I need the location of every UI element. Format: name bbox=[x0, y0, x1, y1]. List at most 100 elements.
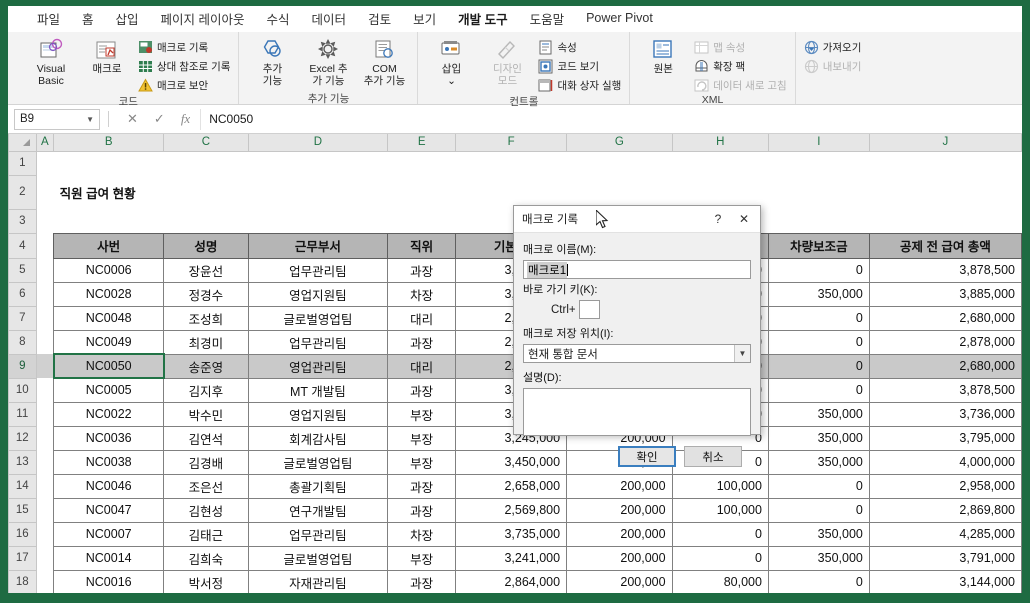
row-header-4[interactable]: 4 bbox=[8, 232, 37, 259]
cell-성명[interactable]: 김지후 bbox=[163, 377, 249, 403]
cell-가족수당[interactable]: 100,000 bbox=[671, 497, 769, 523]
empty-cell[interactable] bbox=[36, 402, 54, 426]
cell-차량보조금[interactable]: 350,000 bbox=[767, 449, 870, 475]
cell-근무부서[interactable]: 연구개발팀 bbox=[247, 497, 389, 523]
empty-cell[interactable] bbox=[869, 175, 1022, 209]
column-header-E[interactable]: E bbox=[387, 134, 457, 152]
cell-차량보조금[interactable]: 0 bbox=[767, 497, 870, 523]
cell-차량보조금[interactable]: 0 bbox=[767, 353, 870, 379]
cell-근무부서[interactable]: 영업지원팀 bbox=[247, 401, 389, 427]
empty-cell[interactable] bbox=[869, 151, 1022, 175]
ok-button[interactable]: 확인 bbox=[618, 446, 676, 467]
empty-cell[interactable] bbox=[36, 175, 54, 209]
empty-cell[interactable] bbox=[248, 151, 388, 175]
empty-cell[interactable] bbox=[36, 209, 54, 233]
empty-cell[interactable] bbox=[36, 151, 54, 175]
empty-cell[interactable] bbox=[672, 175, 769, 209]
cell-총액[interactable]: 3,736,000 bbox=[868, 401, 1022, 427]
cell-직위[interactable]: 대리 bbox=[387, 353, 457, 379]
empty-cell[interactable] bbox=[36, 426, 54, 450]
ribbon-tab-4[interactable]: 수식 bbox=[256, 6, 301, 31]
cell-사번[interactable]: NC0038 bbox=[53, 449, 165, 475]
close-icon[interactable]: ✕ bbox=[732, 208, 756, 230]
empty-cell[interactable] bbox=[387, 209, 456, 233]
cell-차량보조금[interactable]: 350,000 bbox=[767, 521, 870, 547]
cell-총액[interactable]: 2,680,000 bbox=[868, 353, 1022, 379]
row-header-6[interactable]: 6 bbox=[8, 281, 37, 307]
table-column-header[interactable]: 사번 bbox=[53, 232, 165, 259]
ribbon-tab-7[interactable]: 보기 bbox=[402, 6, 447, 31]
cell-직위[interactable]: 과장 bbox=[387, 473, 457, 499]
cell-차량보조금[interactable]: 0 bbox=[767, 377, 870, 403]
table-row[interactable]: 14 NC0046 조은선 총괄기획팀 과장 2,658,000 200,000 100,00… bbox=[8, 473, 1022, 499]
ribbon-small-button-0-0[interactable]: 매크로 기록 bbox=[138, 39, 230, 56]
cell-근무부서[interactable]: 업무관리팀 bbox=[247, 257, 389, 283]
empty-cell[interactable] bbox=[672, 151, 769, 175]
cell-성명[interactable]: 장윤선 bbox=[163, 257, 249, 283]
column-header-F[interactable]: F bbox=[455, 134, 568, 152]
empty-cell[interactable] bbox=[455, 151, 567, 175]
cell-사번[interactable]: NC0036 bbox=[53, 425, 165, 451]
cell-총액[interactable]: 3,795,000 bbox=[868, 425, 1022, 451]
cell-총액[interactable]: 3,144,000 bbox=[868, 569, 1022, 593]
ribbon-button-0-1[interactable]: 매크로 bbox=[82, 37, 132, 75]
cell-차량보조금[interactable]: 350,000 bbox=[767, 425, 870, 451]
cell-근무부서[interactable]: 업무관리팀 bbox=[247, 329, 389, 355]
ribbon-tab-8[interactable]: 개발 도구 bbox=[447, 6, 518, 35]
cell-근무부서[interactable]: 영업관리팀 bbox=[247, 353, 389, 379]
cell-근무부서[interactable]: 글로벌영업팀 bbox=[247, 449, 389, 475]
ribbon-button-1-2[interactable]: COM 추가 기능 bbox=[359, 37, 409, 87]
empty-cell[interactable] bbox=[36, 522, 54, 546]
table-row[interactable]: 15 NC0047 김현성 연구개발팀 과장 2,569,800 200,000 100,00… bbox=[8, 497, 1022, 523]
column-header-B[interactable]: B bbox=[53, 134, 165, 152]
empty-cell[interactable] bbox=[163, 209, 249, 233]
cell-근무부서[interactable]: 회계감사팀 bbox=[247, 425, 389, 451]
cell-직위[interactable]: 차장 bbox=[387, 521, 457, 547]
cancel-button[interactable]: 취소 bbox=[684, 446, 742, 467]
empty-cell[interactable] bbox=[566, 175, 673, 209]
row-header-8[interactable]: 8 bbox=[8, 329, 37, 355]
cell-총액[interactable]: 3,878,500 bbox=[868, 377, 1022, 403]
cell-기본급[interactable]: 2,569,800 bbox=[455, 497, 568, 523]
ribbon-small-button-4-0[interactable]: 가져오기 bbox=[804, 39, 861, 56]
table-column-header[interactable]: 공제 전 급여 총액 bbox=[868, 232, 1022, 259]
cell-직책수당[interactable]: 200,000 bbox=[566, 569, 673, 593]
empty-cell[interactable] bbox=[36, 354, 54, 378]
cell-성명[interactable]: 박서정 bbox=[163, 569, 249, 593]
empty-cell[interactable] bbox=[163, 151, 249, 175]
cell-사번[interactable]: NC0046 bbox=[53, 473, 165, 499]
cell-총액[interactable]: 4,000,000 bbox=[868, 449, 1022, 475]
cell-가족수당[interactable]: 0 bbox=[671, 545, 769, 571]
cell-직책수당[interactable]: 200,000 bbox=[566, 473, 673, 499]
cell-사번[interactable]: NC0016 bbox=[53, 569, 165, 593]
ribbon-button-3-0[interactable]: 원본 bbox=[638, 37, 688, 75]
cell-차량보조금[interactable]: 350,000 bbox=[767, 401, 870, 427]
column-header-J[interactable]: J bbox=[868, 134, 1022, 152]
cell-근무부서[interactable]: 글로벌영업팀 bbox=[247, 545, 389, 571]
cell-직위[interactable]: 과장 bbox=[387, 257, 457, 283]
empty-cell[interactable] bbox=[869, 209, 1022, 233]
cell-성명[interactable]: 최경미 bbox=[163, 329, 249, 355]
cell-근무부서[interactable]: 영업지원팀 bbox=[247, 281, 389, 307]
cell-직위[interactable]: 부장 bbox=[387, 545, 457, 571]
chevron-down-icon[interactable]: ▼ bbox=[86, 115, 94, 124]
cell-총액[interactable]: 2,680,000 bbox=[868, 305, 1022, 331]
row-header-17[interactable]: 17 bbox=[8, 545, 37, 571]
cell-차량보조금[interactable]: 0 bbox=[767, 473, 870, 499]
cell-차량보조금[interactable]: 0 bbox=[767, 257, 870, 283]
cell-사번[interactable]: NC0049 bbox=[53, 329, 165, 355]
column-header-G[interactable]: G bbox=[566, 134, 673, 152]
row-header-7[interactable]: 7 bbox=[8, 305, 37, 331]
table-row[interactable]: 18 NC0016 박서정 자재관리팀 과장 2,864,000 200,000 80,000… bbox=[8, 569, 1022, 593]
cell-총액[interactable]: 3,878,500 bbox=[868, 257, 1022, 283]
table-row[interactable]: 16 NC0007 김태근 업무관리팀 차장 3,735,000 200,000 0 350,0… bbox=[8, 521, 1022, 547]
cell-사번[interactable]: NC0048 bbox=[53, 305, 165, 331]
cell-성명[interactable]: 박수민 bbox=[163, 401, 249, 427]
empty-cell[interactable] bbox=[36, 498, 54, 522]
ribbon-small-button-2-2[interactable]: 대화 상자 실행 bbox=[538, 77, 621, 94]
macro-name-input[interactable]: 매크로1 bbox=[523, 260, 751, 279]
help-icon[interactable]: ? bbox=[706, 208, 730, 230]
ribbon-button-2-1[interactable]: 디자인 모드 bbox=[482, 37, 532, 87]
cell-기본급[interactable]: 3,735,000 bbox=[455, 521, 568, 547]
cell-기본급[interactable]: 2,864,000 bbox=[455, 569, 568, 593]
